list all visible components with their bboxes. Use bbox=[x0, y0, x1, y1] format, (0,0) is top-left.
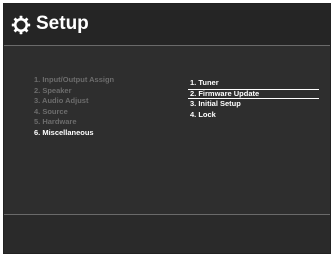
footer-bar bbox=[4, 215, 330, 253]
menu-item-source[interactable]: 4. Source bbox=[34, 107, 114, 118]
miscellaneous-submenu: 1. Tuner 2. Firmware Update 3. Initial S… bbox=[188, 78, 319, 120]
menu-item-input-output-assign[interactable]: 1. Input/Output Assign bbox=[34, 75, 114, 86]
submenu-item-tuner[interactable]: 1. Tuner bbox=[188, 78, 319, 89]
menu-item-miscellaneous[interactable]: 6. Miscellaneous bbox=[34, 128, 114, 139]
header-bar: Setup bbox=[4, 4, 330, 46]
submenu-item-lock[interactable]: 4. Lock bbox=[188, 110, 319, 121]
menu-item-speaker[interactable]: 2. Speaker bbox=[34, 86, 114, 97]
menu-item-audio-adjust[interactable]: 3. Audio Adjust bbox=[34, 96, 114, 107]
page-title: Setup bbox=[36, 13, 89, 34]
submenu-item-firmware-update[interactable]: 2. Firmware Update bbox=[188, 88, 319, 99]
gear-icon bbox=[11, 15, 31, 35]
menu-item-hardware[interactable]: 5. Hardware bbox=[34, 117, 114, 128]
submenu-item-initial-setup[interactable]: 3. Initial Setup bbox=[188, 99, 319, 110]
setup-screen: Setup 1. Input/Output Assign 2. Speaker … bbox=[3, 3, 331, 254]
setup-menu: 1. Input/Output Assign 2. Speaker 3. Aud… bbox=[34, 75, 114, 138]
